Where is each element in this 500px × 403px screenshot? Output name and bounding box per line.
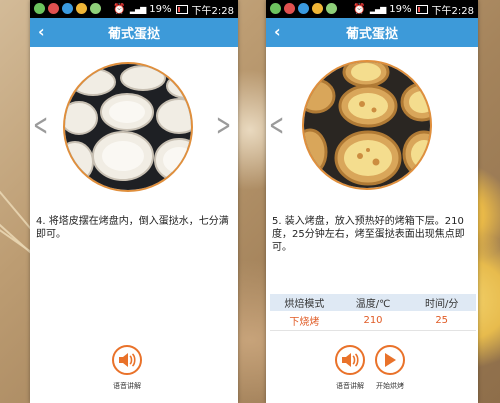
back-icon[interactable]: ‹ — [274, 22, 281, 41]
next-arrow-icon[interactable]: > — [216, 108, 231, 143]
phone-screen-step4: ⏰ ▂▄▆ 19% 下午2:28 ‹ 葡式蛋挞 < > 4. 将塔皮摆在烤盘内，… — [30, 0, 238, 403]
status-bar: ⏰ ▂▄▆ 19% 下午2:28 — [266, 0, 478, 18]
app-notification-icon — [62, 3, 73, 14]
column-header-temperature: 温度/℃ — [355, 299, 391, 310]
back-icon[interactable]: ‹ — [38, 22, 45, 41]
signal-icon: ▂▄▆ — [129, 4, 147, 14]
app-notification-icon — [284, 3, 295, 14]
phone-screen-step5: ⏰ ▂▄▆ 19% 下午2:28 ‹ 葡式蛋挞 < 5. 装入烤盘，放入预热好的… — [266, 0, 478, 403]
notification-icons — [34, 3, 101, 14]
title-bar: ‹ 葡式蛋挞 — [266, 18, 478, 47]
wechat-icon — [270, 3, 281, 14]
voice-guide-label: 语音讲解 — [113, 382, 141, 390]
signal-icon: ▂▄▆ — [369, 4, 387, 14]
app-notification-icon — [90, 3, 101, 14]
page-title: 葡式蛋挞 — [107, 27, 160, 42]
start-baking-button[interactable] — [375, 345, 405, 375]
voice-guide-button[interactable] — [335, 345, 365, 375]
step-instruction: 5. 装入烤盘，放入预热好的烤箱下层。210度，25分钟左右，烤至蛋挞表面出现焦… — [272, 216, 465, 253]
speaker-icon — [119, 353, 136, 367]
alarm-icon: ⏰ — [113, 3, 126, 15]
status-bar: ⏰ ▂▄▆ 19% 下午2:28 — [30, 0, 238, 18]
baked-tarts-image — [304, 62, 430, 188]
alarm-icon: ⏰ — [353, 3, 366, 15]
clock: 下午2:28 — [431, 5, 474, 17]
step-instruction: 4. 将塔皮摆在烤盘内，倒入蛋挞水，七分满即可。 — [36, 216, 229, 240]
wechat-icon — [34, 3, 45, 14]
time-value: 25 — [435, 315, 449, 326]
prev-arrow-icon[interactable]: < — [269, 108, 284, 143]
page-title: 葡式蛋挞 — [345, 27, 398, 42]
app-notification-icon — [326, 3, 337, 14]
tart-shells-image — [65, 64, 191, 190]
app-notification-icon — [48, 3, 59, 14]
prev-arrow-icon[interactable]: < — [33, 108, 48, 143]
step-photo — [302, 60, 432, 190]
temperature-value: 210 — [363, 315, 383, 326]
voice-guide-button[interactable] — [112, 345, 142, 375]
app-notification-icon — [76, 3, 87, 14]
table-header: 烘焙模式 温度/℃ 时间/分 — [270, 294, 476, 311]
battery-icon — [415, 4, 428, 14]
battery-icon — [175, 4, 188, 14]
step-photo — [63, 62, 193, 192]
notification-icons — [270, 3, 337, 14]
title-bar: ‹ 葡式蛋挞 — [30, 18, 238, 47]
baking-settings-table: 烘焙模式 温度/℃ 时间/分 下烧烤 210 25 — [270, 294, 476, 331]
play-icon — [385, 353, 396, 367]
clock: 下午2:28 — [191, 5, 234, 17]
column-header-mode: 烘焙模式 — [284, 299, 325, 310]
battery-percent: 19% — [149, 3, 172, 15]
app-notification-icon — [298, 3, 309, 14]
baking-mode-value: 下烧烤 — [289, 317, 320, 328]
app-notification-icon — [312, 3, 323, 14]
column-header-time: 时间/分 — [424, 299, 459, 310]
battery-percent: 19% — [389, 3, 412, 15]
table-row: 下烧烤 210 25 — [270, 311, 476, 331]
speaker-icon — [342, 353, 359, 367]
start-baking-label: 开始烘烤 — [376, 382, 404, 390]
